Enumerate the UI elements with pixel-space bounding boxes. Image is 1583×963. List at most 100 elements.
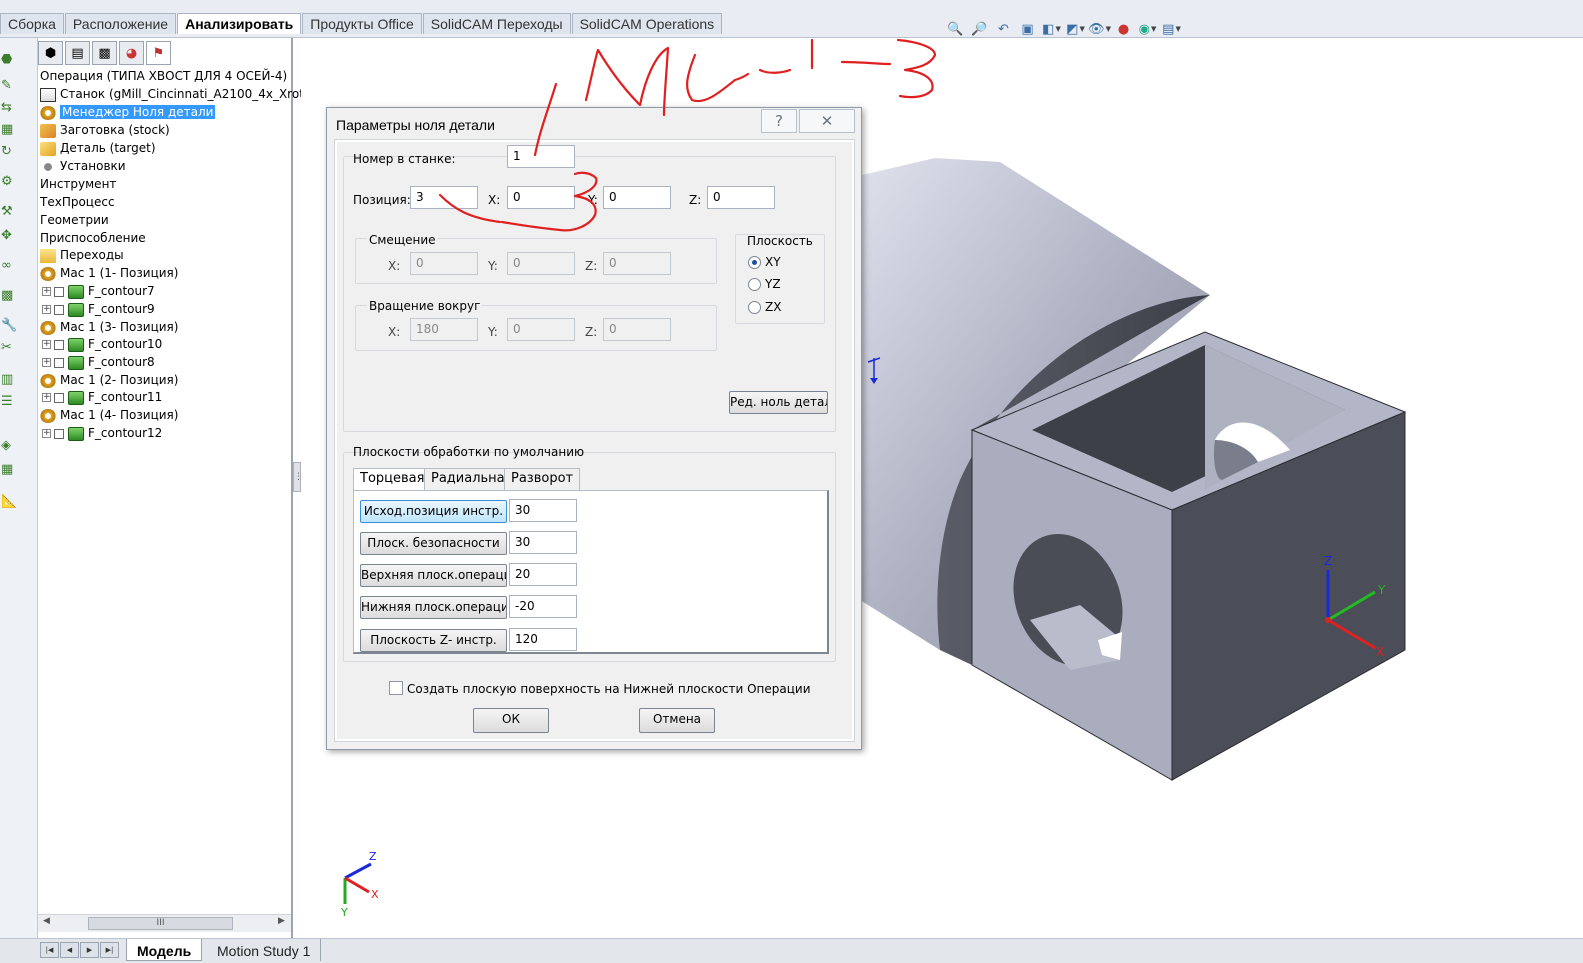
tree-process[interactable]: ТехПроцесс — [40, 193, 115, 211]
chain-icon[interactable]: ∞ — [0, 258, 34, 276]
plane-xy-radio[interactable] — [748, 256, 761, 269]
safety-plane-button[interactable]: Плоск. безопасности — [360, 532, 507, 555]
rotation-x-field[interactable]: 180 — [410, 318, 478, 341]
tree-group[interactable]: Мас 1 (2- Позиция) — [40, 371, 178, 389]
ok-button[interactable]: ОК — [473, 708, 549, 733]
plane-zx-radio[interactable] — [748, 301, 761, 314]
tree-tool[interactable]: Инструмент — [40, 175, 116, 193]
rotation-y-field[interactable]: 0 — [507, 318, 575, 341]
tree-operation-item[interactable]: + F_contour9 — [42, 300, 155, 318]
section-view-icon[interactable]: ▣ — [1017, 20, 1038, 38]
operation-icon[interactable]: ⬣ — [0, 52, 34, 70]
tree-machine[interactable]: Станок (gMill_Cincinnati_A2100_4x_Xrot — [40, 85, 304, 103]
tree-root[interactable]: Операция (ТИПА ХВОСТ ДЛЯ 4 ОСЕЙ-4) — [40, 67, 287, 85]
tab-motion-study[interactable]: Motion Study 1 — [207, 939, 322, 961]
tab-face[interactable]: Торцевая — [353, 468, 432, 491]
shift-y-field[interactable]: 0 — [507, 252, 575, 275]
stock-icon[interactable]: ▦ — [0, 122, 34, 140]
scroll-thumb[interactable]: III — [88, 917, 233, 930]
expand-icon[interactable]: + — [42, 340, 51, 349]
tool-start-position-field[interactable]: 30 — [509, 499, 577, 522]
tool-start-position-button[interactable]: Исход.позиция инстр. — [360, 500, 507, 523]
pencil-icon[interactable]: ✎ — [0, 78, 34, 96]
box-icon[interactable]: ▩ — [0, 288, 34, 306]
tree-group[interactable]: Мас 1 (1- Позиция) — [40, 264, 178, 282]
lower-plane-field[interactable]: -20 — [509, 595, 577, 618]
expand-icon[interactable]: + — [42, 305, 51, 314]
tree-group[interactable]: Мас 1 (4- Позиция) — [40, 406, 178, 424]
shift-z-field[interactable]: 0 — [603, 252, 671, 275]
wrench-icon[interactable]: 🔧 — [0, 318, 34, 336]
scene-icon[interactable]: ◉ ▼ — [1137, 20, 1158, 38]
tab-analyze[interactable]: Анализировать — [177, 13, 302, 34]
operation-checkbox[interactable] — [54, 428, 64, 439]
list-icon[interactable]: ☰ — [0, 394, 34, 412]
operation-checkbox[interactable] — [54, 392, 64, 403]
scissors-icon[interactable]: ✂ — [0, 340, 34, 358]
solidcam-manager-icon[interactable]: ⚑ — [146, 41, 171, 65]
tree-operation-item[interactable]: + F_contour11 — [42, 388, 162, 406]
cancel-button[interactable]: Отмена — [639, 708, 715, 733]
tab-solidcam-operations[interactable]: SolidCAM Operations — [571, 13, 723, 34]
upper-plane-button[interactable]: Верхняя плоск.операции — [360, 564, 507, 587]
tree-stock[interactable]: Заготовка (stock) — [40, 121, 170, 139]
plane-yz-radio[interactable] — [748, 278, 761, 291]
pos-x-field[interactable]: 0 — [507, 186, 575, 209]
scroll-right-arrow-icon[interactable]: ▶ — [278, 916, 285, 926]
panel-splitter-handle[interactable]: ⋮ — [293, 462, 303, 492]
view-settings-icon[interactable]: ▤ ▼ — [1161, 20, 1182, 38]
transform-icon[interactable]: ⇆ — [0, 100, 34, 118]
tree-group[interactable]: Мас 1 (3- Позиция) — [40, 318, 178, 336]
expand-icon[interactable]: + — [42, 393, 51, 402]
tab-assembly[interactable]: Сборка — [0, 13, 64, 34]
tab-model[interactable]: Модель — [126, 939, 203, 961]
operation-checkbox[interactable] — [54, 357, 64, 368]
display-style-icon[interactable]: ◩ ▼ — [1065, 20, 1086, 38]
flat-surface-checkbox[interactable] — [389, 681, 403, 695]
tree-horizontal-scrollbar[interactable]: ◀ III ▶ — [38, 914, 291, 932]
tree-operation-item[interactable]: + F_contour12 — [42, 424, 162, 442]
operation-checkbox[interactable] — [54, 339, 64, 350]
tree-operation-item[interactable]: + F_contour10 — [42, 335, 162, 353]
rotation-z-field[interactable]: 0 — [603, 318, 671, 341]
previous-view-icon[interactable]: ↶ — [993, 20, 1014, 38]
property-manager-icon[interactable]: ▤ — [65, 41, 90, 65]
safety-plane-field[interactable]: 30 — [509, 531, 577, 554]
shift-x-field[interactable]: 0 — [410, 252, 478, 275]
feature-manager-icon[interactable]: ⬢ — [38, 41, 63, 65]
close-button[interactable]: ✕ — [799, 109, 855, 133]
scroll-left-arrow-icon[interactable]: ◀ — [43, 916, 50, 926]
ruler-icon[interactable]: 📐 — [0, 494, 34, 512]
expand-icon[interactable]: + — [42, 287, 51, 296]
hide-show-icon[interactable]: 👁 ▼ — [1088, 20, 1111, 38]
last-tab-icon[interactable]: ▶| — [100, 942, 119, 958]
tree-part-zero-manager[interactable]: Менеджер Ноля детали — [40, 103, 216, 121]
tree-operation-item[interactable]: + F_contour7 — [42, 282, 155, 300]
lower-plane-button[interactable]: Нижняя плоск.операции — [360, 596, 507, 619]
next-tab-icon[interactable]: ▶ — [80, 942, 99, 958]
upper-plane-field[interactable]: 20 — [509, 563, 577, 586]
tree-operation-item[interactable]: + F_contour8 — [42, 353, 155, 371]
measure-icon[interactable]: ✥ — [0, 228, 34, 246]
grid-icon[interactable]: ▦ — [0, 462, 34, 480]
zoom-area-icon[interactable]: 🔎 — [969, 20, 990, 38]
tab-solidcam-transitions[interactable]: SolidCAM Переходы — [422, 13, 571, 34]
expand-icon[interactable]: + — [42, 429, 51, 438]
view-orientation-icon[interactable]: ◧ ▼ — [1041, 20, 1062, 38]
machine-number-field[interactable]: 1 — [507, 145, 575, 168]
first-tab-icon[interactable]: |◀ — [40, 942, 59, 958]
position-field[interactable]: 3 — [410, 186, 478, 209]
appearance-icon[interactable]: ● — [1113, 20, 1134, 38]
tree-setups[interactable]: Установки — [40, 157, 126, 175]
pos-z-field[interactable]: 0 — [707, 186, 775, 209]
pos-y-field[interactable]: 0 — [603, 186, 671, 209]
appearance-manager-icon[interactable]: ◕ — [119, 41, 144, 65]
tool-z-plane-field[interactable]: 120 — [509, 628, 577, 651]
cube-icon[interactable]: ◈ — [0, 438, 34, 456]
tool-z-plane-button[interactable]: Плоскость Z- инстр. — [360, 629, 507, 652]
zoom-to-fit-icon[interactable]: 🔍 — [945, 20, 966, 38]
simulate-icon[interactable]: ⚙ — [0, 174, 34, 192]
tab-office-products[interactable]: Продукты Office — [302, 13, 422, 34]
tab-unwrap[interactable]: Разворот — [504, 468, 581, 490]
operation-checkbox[interactable] — [54, 286, 64, 297]
